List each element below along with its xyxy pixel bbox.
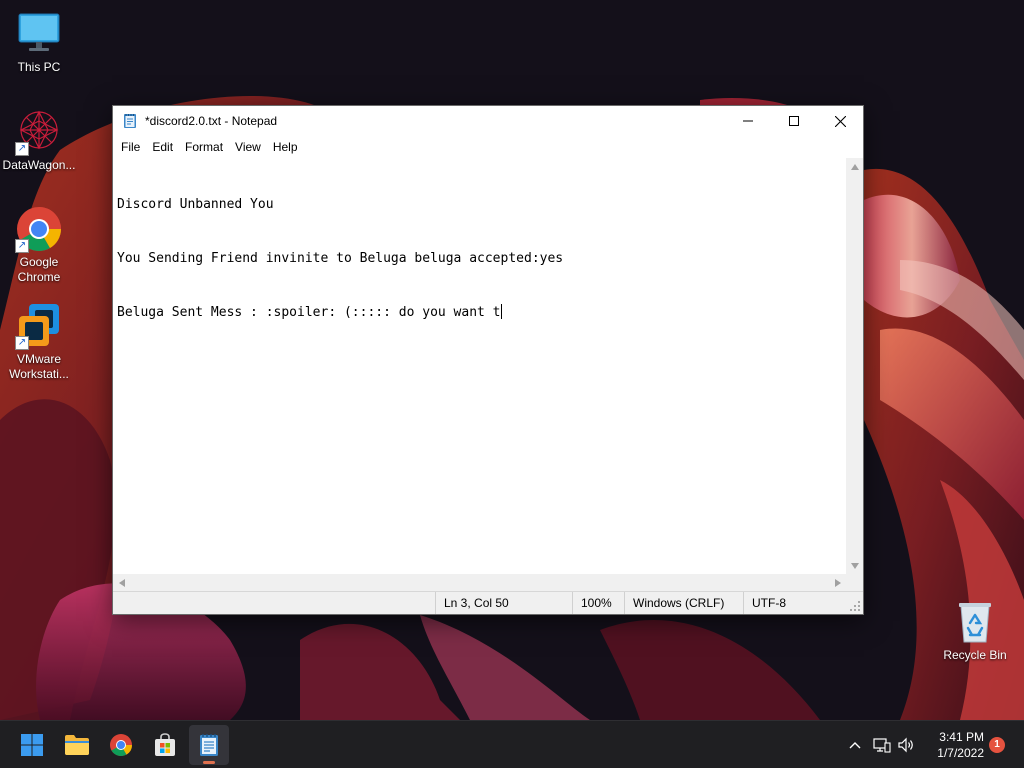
clock-time: 3:41 PM: [939, 730, 984, 744]
chevron-left-icon: [118, 578, 125, 587]
text-caret: [500, 304, 502, 319]
menu-edit[interactable]: Edit: [146, 140, 179, 154]
text-line: Beluga Sent Mess : :spoiler: (::::: do y…: [117, 305, 501, 320]
horizontal-scrollbar[interactable]: [113, 574, 846, 591]
desktop-icon-label: This PC: [17, 60, 61, 74]
start-button[interactable]: [12, 725, 52, 765]
active-app-indicator: [203, 761, 215, 764]
taskbar: 3:41 PM 1/7/2022 1: [0, 720, 1024, 768]
status-line-ending: Windows (CRLF): [624, 592, 742, 614]
minimize-button[interactable]: [725, 106, 771, 136]
window-title: *discord2.0.txt - Notepad: [145, 114, 278, 128]
scrollbar-corner: [846, 574, 863, 591]
desktop-icon-label: Google Chrome: [17, 255, 61, 284]
chevron-right-icon: [834, 578, 841, 587]
taskbar-microsoft-store[interactable]: [145, 725, 185, 765]
vmware-icon: ↗: [15, 302, 63, 350]
notepad-icon: [200, 734, 218, 756]
maximize-icon: [789, 116, 799, 126]
menu-format[interactable]: Format: [179, 140, 229, 154]
notepad-window[interactable]: *discord2.0.txt - Notepad File Edit Form…: [112, 105, 864, 615]
notepad-icon: [122, 113, 138, 129]
menu-help[interactable]: Help: [267, 140, 304, 154]
start-icon: [21, 734, 43, 756]
scroll-right-button[interactable]: [829, 574, 846, 591]
close-icon: [834, 115, 846, 127]
notification-badge[interactable]: 1: [989, 737, 1005, 753]
shortcut-arrow-icon: ↗: [15, 142, 29, 156]
taskbar-file-explorer[interactable]: [57, 725, 97, 765]
status-cursor-position: Ln 3, Col 50: [435, 592, 571, 614]
network-icon: [873, 738, 891, 753]
speaker-icon: [898, 737, 913, 753]
datawagon-icon: ↗: [15, 108, 63, 156]
taskbar-clock[interactable]: 3:41 PM 1/7/2022: [920, 729, 984, 761]
desktop-icon-label: VMware Workstati...: [9, 352, 69, 381]
text-line: You Sending Friend invinite to Beluga be…: [117, 251, 564, 266]
minimize-icon: [743, 120, 753, 122]
desktop-icon-recycle-bin[interactable]: Recycle Bin: [937, 598, 1013, 663]
show-hidden-icons-button[interactable]: [844, 721, 866, 768]
status-zoom: 100%: [572, 592, 623, 614]
menu-file[interactable]: File: [115, 140, 146, 154]
desktop-icon-label: DataWagon...: [2, 158, 76, 172]
file-explorer-icon: [65, 735, 89, 755]
recycle-bin-icon: [951, 598, 999, 646]
status-encoding: UTF-8: [743, 592, 843, 614]
desktop-icon-label: Recycle Bin: [943, 648, 1007, 662]
chrome-icon: ↗: [15, 205, 63, 253]
status-bar: Ln 3, Col 50 100% Windows (CRLF) UTF-8: [113, 591, 863, 614]
scroll-down-button[interactable]: [846, 557, 863, 574]
text-editor[interactable]: Discord Unbanned You You Sending Friend …: [113, 158, 846, 574]
volume-button[interactable]: [895, 721, 917, 768]
chevron-down-icon: [850, 562, 859, 569]
desktop-icon-vmware[interactable]: ↗ VMware Workstati...: [1, 302, 77, 382]
close-button[interactable]: [817, 106, 863, 136]
taskbar-notepad[interactable]: [189, 725, 229, 765]
resize-grip-icon[interactable]: [849, 600, 861, 612]
vertical-scrollbar[interactable]: [846, 158, 863, 574]
taskbar-chrome[interactable]: [101, 725, 141, 765]
text-line-with-caret: Beluga Sent Mess : :spoiler: (::::: do y…: [117, 304, 842, 322]
chevron-up-icon: [850, 163, 859, 170]
microsoft-store-icon: [155, 733, 175, 756]
monitor-icon: [15, 10, 63, 58]
menu-bar: File Edit Format View Help: [113, 136, 863, 158]
shortcut-arrow-icon: ↗: [15, 239, 29, 253]
clock-date: 1/7/2022: [937, 746, 984, 760]
scroll-left-button[interactable]: [113, 574, 130, 591]
shortcut-arrow-icon: ↗: [15, 336, 29, 350]
desktop-icon-datawagon[interactable]: ↗ DataWagon...: [1, 108, 77, 173]
chrome-icon: [110, 734, 132, 756]
scroll-up-button[interactable]: [846, 158, 863, 175]
title-bar[interactable]: *discord2.0.txt - Notepad: [113, 106, 863, 136]
desktop-icon-google-chrome[interactable]: ↗ Google Chrome: [1, 205, 77, 285]
menu-view[interactable]: View: [229, 140, 267, 154]
desktop-icon-this-pc[interactable]: This PC: [1, 10, 77, 75]
maximize-button[interactable]: [771, 106, 817, 136]
chevron-up-icon: [849, 742, 861, 749]
text-line: Discord Unbanned You: [117, 197, 274, 212]
network-button[interactable]: [871, 721, 893, 768]
